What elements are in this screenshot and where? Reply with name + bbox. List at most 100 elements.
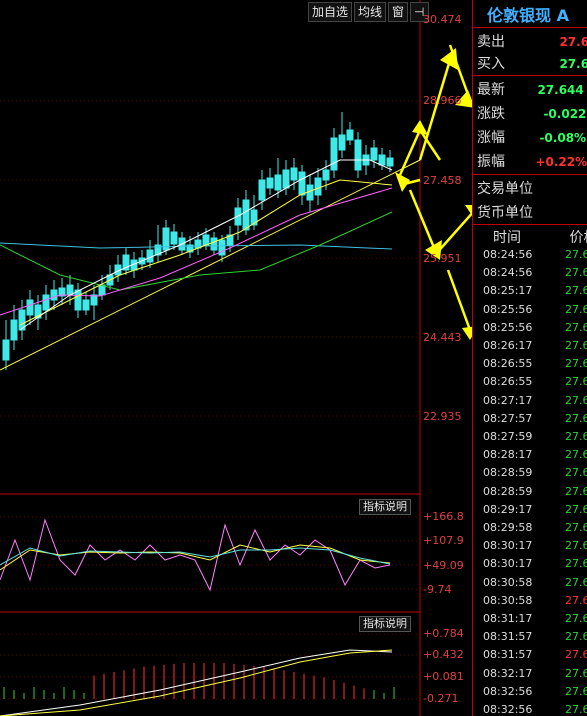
tick-price: 27.6 bbox=[565, 357, 587, 371]
col-price-header: 价格 bbox=[569, 230, 587, 246]
arrow-line bbox=[418, 59, 452, 161]
sell-row: 卖出 27.68 bbox=[477, 31, 587, 51]
change-label: 涨跌 bbox=[477, 106, 505, 122]
buy-row: 买入 27.64 bbox=[477, 53, 587, 73]
tick-time: 08:32:56 bbox=[483, 684, 533, 698]
tick-row: 08:26:55 27.6 bbox=[483, 357, 587, 370]
tick-row: 08:29:17 27.6 bbox=[483, 503, 587, 516]
tick-row: 08:26:17 27.6 bbox=[483, 339, 587, 352]
indicator1-lines bbox=[0, 518, 391, 592]
tick-time: 08:27:59 bbox=[483, 430, 533, 443]
tick-price: 27.6 bbox=[565, 320, 587, 334]
candle-body bbox=[50, 289, 58, 301]
ma60-line bbox=[0, 211, 393, 291]
tick-price: 27.6 bbox=[565, 575, 587, 589]
candle-body bbox=[298, 171, 306, 196]
trading-screen: 加自选 均线 窗 ⊣ 30.474 28.966 27.458 25.951 2… bbox=[0, 0, 587, 716]
pct-label: 涨幅 bbox=[477, 130, 505, 146]
tick-row: 08:24:56 27.6 bbox=[483, 248, 587, 261]
window-button[interactable]: 窗 bbox=[388, 2, 409, 22]
arrow-line bbox=[446, 269, 472, 331]
arrow-head bbox=[462, 326, 472, 340]
tick-time: 08:32:56 bbox=[483, 703, 533, 716]
tick-time: 08:25:56 bbox=[483, 302, 533, 316]
tick-price: 27.6 bbox=[565, 539, 587, 553]
add-favorite-button[interactable]: 加自选 bbox=[308, 2, 353, 22]
tick-row: 08:25:56 27.6 bbox=[483, 303, 587, 316]
latest-row: 最新 27.644 开 bbox=[477, 79, 587, 99]
tick-time: 08:29:17 bbox=[483, 502, 533, 516]
kline-chart[interactable] bbox=[0, 0, 472, 716]
price-axis-label: 24.443 bbox=[423, 331, 462, 344]
arrow-line bbox=[418, 129, 442, 161]
chart-toolbar: 加自选 均线 窗 ⊣ bbox=[308, 2, 431, 22]
tick-row: 08:25:17 27.6 bbox=[483, 284, 587, 297]
tick-price: 27.6 bbox=[565, 593, 587, 607]
candle-body bbox=[386, 157, 394, 167]
tick-time: 08:26:55 bbox=[483, 357, 533, 371]
price-axis-label: 30.474 bbox=[423, 13, 462, 26]
tick-row: 08:30:17 27.6 bbox=[483, 539, 587, 552]
candle-body bbox=[274, 174, 282, 191]
tick-row: 08:28:59 27.6 bbox=[483, 466, 587, 479]
arrow-line bbox=[434, 211, 472, 256]
trade-unit-row: 交易单位 bbox=[477, 178, 587, 198]
candle-body bbox=[354, 139, 362, 171]
candle-body bbox=[210, 237, 218, 251]
tick-time: 08:27:17 bbox=[483, 393, 533, 407]
tick-row: 08:31:17 27.6 bbox=[483, 612, 587, 625]
price-axis-label: 25.951 bbox=[423, 252, 462, 265]
indicator1-explain-button[interactable]: 指标说明 bbox=[359, 499, 411, 515]
tick-header: 时间 价格 bbox=[477, 227, 587, 247]
change-row: 涨跌 -0.022 最 bbox=[477, 103, 587, 123]
tick-price: 27.6 bbox=[565, 393, 587, 407]
candle-body bbox=[42, 294, 50, 311]
tick-price: 27.6 bbox=[565, 612, 587, 625]
tick-row: 08:26:55 27.6 bbox=[483, 375, 587, 388]
currency-unit-label: 货币单位 bbox=[477, 205, 533, 221]
ind1-axis-label: -9.74 bbox=[423, 583, 452, 596]
candle-body bbox=[266, 177, 274, 189]
trade-unit-label: 交易单位 bbox=[477, 181, 533, 197]
tick-row: 08:31:57 27.6 bbox=[483, 648, 587, 661]
latest-label: 最新 bbox=[477, 82, 505, 98]
tick-row: 08:30:58 27.6 bbox=[483, 594, 587, 607]
candle-body bbox=[370, 147, 378, 161]
candle-body bbox=[10, 319, 18, 341]
tick-time: 08:25:17 bbox=[483, 284, 533, 298]
candle-body bbox=[282, 169, 290, 189]
tick-time: 08:28:59 bbox=[483, 466, 533, 480]
tick-row: 08:28:17 27.6 bbox=[483, 448, 587, 461]
tick-time: 08:25:56 bbox=[483, 320, 533, 334]
tick-time: 08:30:58 bbox=[483, 575, 533, 589]
tick-row: 08:29:58 27.6 bbox=[483, 521, 587, 534]
col-time-header: 时间 bbox=[493, 230, 521, 246]
annotation-arrows bbox=[395, 44, 472, 340]
candle-body bbox=[202, 234, 210, 246]
tick-price: 27.6 bbox=[565, 484, 587, 498]
tick-time: 08:31:17 bbox=[483, 612, 533, 625]
tick-price: 27.6 bbox=[565, 648, 587, 662]
tick-row: 08:27:57 27.6 bbox=[483, 412, 587, 425]
candle-body bbox=[82, 299, 90, 311]
macd-dif bbox=[0, 649, 393, 716]
tick-time: 08:27:57 bbox=[483, 411, 533, 425]
tick-price: 27.6 bbox=[565, 630, 587, 644]
candle-body bbox=[90, 294, 98, 306]
price-axis-label: 22.935 bbox=[423, 410, 462, 423]
pct-value: -0.08% bbox=[539, 131, 587, 145]
candle-body bbox=[74, 289, 82, 311]
tick-price: 27.6 bbox=[565, 521, 587, 534]
arrow-head bbox=[395, 172, 410, 192]
tick-time: 08:30:17 bbox=[483, 557, 533, 571]
moving-average-button[interactable]: 均线 bbox=[354, 2, 387, 22]
tick-row: 08:32:56 27.6 bbox=[483, 685, 587, 698]
candle-body bbox=[314, 177, 322, 196]
amp-label: 振幅 bbox=[477, 154, 505, 170]
ind2-axis-label: +0.432 bbox=[423, 648, 464, 661]
tick-price: 27.6 bbox=[565, 248, 587, 261]
tick-time: 08:30:17 bbox=[483, 539, 533, 553]
candle-body bbox=[170, 231, 178, 245]
indicator2-explain-button[interactable]: 指标说明 bbox=[359, 616, 411, 632]
tick-time: 08:28:59 bbox=[483, 484, 533, 498]
